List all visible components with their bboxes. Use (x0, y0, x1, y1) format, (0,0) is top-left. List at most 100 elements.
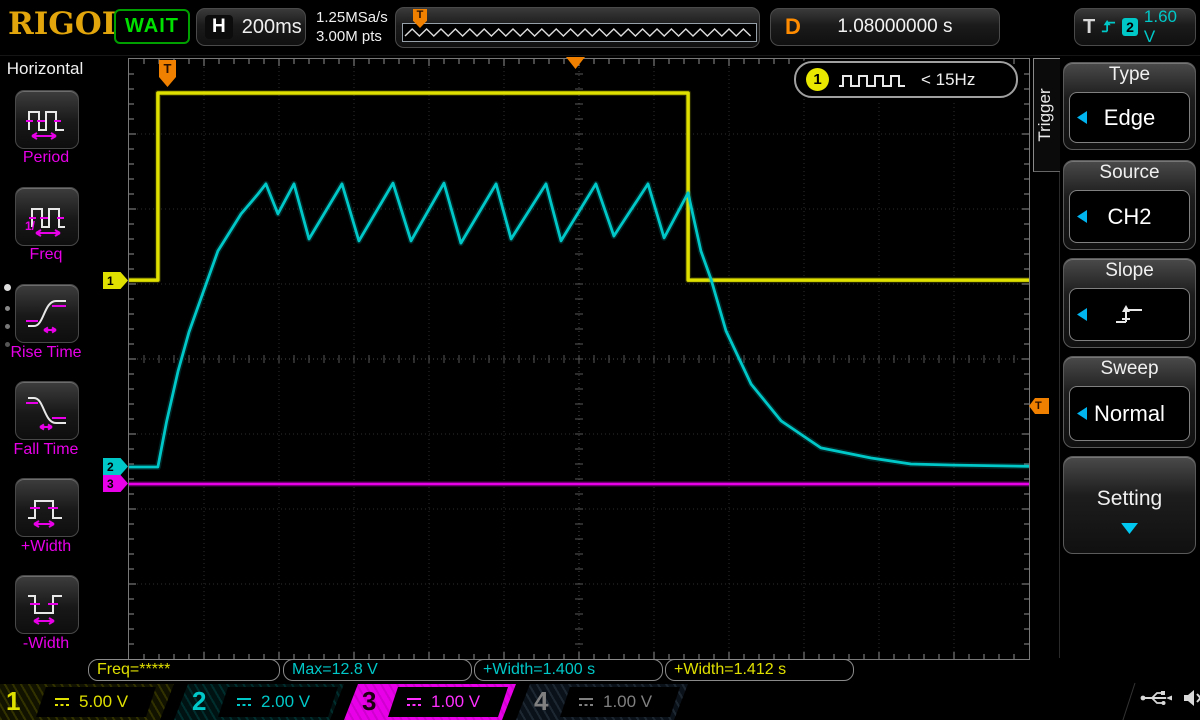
left-arrow-icon (1077, 111, 1087, 124)
fall-time-icon (24, 390, 70, 432)
trigger-type-group[interactable]: Type Edge (1063, 62, 1196, 150)
trigger-sweep-value-box: Normal (1069, 386, 1190, 441)
menu-button-rise-time-label: Rise Time (0, 344, 92, 362)
trigger-level-marker-icon[interactable]: T (1029, 398, 1049, 414)
dc-coupling-icon (406, 696, 422, 708)
channel1-status-block[interactable]: 1 5.00 V (0, 684, 174, 720)
dc-coupling-icon (578, 696, 594, 708)
trigger-setting-label: Setting (1064, 487, 1195, 511)
trigger-menu-tab-label: Trigger (1035, 59, 1059, 171)
menu-page-dot (5, 324, 10, 329)
trigger-slope-group[interactable]: Slope (1063, 258, 1196, 348)
channel3-scale: 1.00 V (431, 692, 480, 712)
usb-icon (1140, 689, 1172, 707)
left-arrow-icon (1077, 308, 1087, 321)
system-status-icons (1140, 688, 1200, 708)
dc-coupling-icon (54, 696, 70, 708)
trigger-type-value: Edge (1104, 105, 1155, 131)
menu-button-freq-label: Freq (0, 246, 92, 264)
square-wave-icon (837, 70, 913, 90)
menu-button-neg-width[interactable] (15, 575, 79, 634)
trigger-source-badge: 2 (1122, 18, 1138, 36)
trigger-source-group[interactable]: Source CH2 (1063, 160, 1196, 250)
channel4-number: 4 (534, 686, 548, 716)
trigger-source-value-box: CH2 (1069, 190, 1190, 243)
trigger-type-header: Type (1064, 63, 1195, 91)
delay-value: 1.08000000 s (801, 16, 999, 38)
period-icon (24, 99, 70, 141)
waveform-overview-strip[interactable]: T (395, 7, 760, 48)
svg-text:1/: 1/ (25, 219, 36, 233)
trigger-label: T (1083, 16, 1095, 39)
badge-frequency-text: < 15Hz (921, 70, 975, 90)
menu-button-pos-width-label: +Width (0, 538, 92, 556)
channel2-number: 2 (192, 686, 206, 716)
down-arrow-icon (1121, 523, 1138, 534)
channel1-position-marker[interactable]: 1 (103, 272, 128, 289)
oscilloscope-screen: RIGOL WAIT H 200ms 1.25MSa/s 3.00M pts T… (0, 0, 1200, 720)
acquisition-readout: 1.25MSa/s 3.00M pts (316, 8, 388, 46)
delay-readout: D 1.08000000 s (770, 8, 1000, 46)
channel3-position-marker[interactable]: 3 (103, 475, 128, 492)
channel4-status-block[interactable]: 4 1.00 V (516, 684, 688, 720)
channel1-scale: 5.00 V (79, 692, 128, 712)
menu-page-dot-active (4, 284, 11, 291)
delay-label: D (785, 14, 801, 40)
left-menu-title: Horizontal (0, 59, 90, 79)
trigger-menu-tab: Trigger (1033, 58, 1060, 172)
trigger-setting-button[interactable]: Setting (1063, 456, 1196, 554)
channel4-scale-box: 1.00 V (560, 687, 680, 717)
menu-button-rise-time[interactable] (15, 284, 79, 343)
overview-trigger-pin-label: T (417, 9, 424, 21)
speaker-muted-icon (1182, 688, 1200, 708)
rising-edge-icon (1113, 303, 1147, 327)
channel2-marker-label: 2 (107, 460, 114, 474)
trigger-slope-header: Slope (1064, 259, 1195, 287)
trigger-frequency-badge: 1 < 15Hz (794, 61, 1018, 98)
trigger-sweep-group[interactable]: Sweep Normal (1063, 356, 1196, 448)
dc-coupling-icon (236, 696, 252, 708)
trigger-readout: T 2 1.60 V (1074, 8, 1196, 46)
trigger-level-value: 1.60 V (1144, 7, 1187, 47)
channel2-scale-box: 2.00 V (218, 687, 338, 717)
freq-icon: 1/ (24, 196, 70, 238)
trigger-slope-value-box (1069, 288, 1190, 341)
overview-window (402, 23, 757, 42)
channel3-number: 3 (362, 686, 376, 716)
brand-logo: RIGOL (8, 6, 124, 42)
menu-button-pos-width[interactable] (15, 478, 79, 537)
channel2-scale: 2.00 V (261, 692, 310, 712)
menu-button-neg-width-label: -Width (0, 635, 92, 653)
run-status-badge: WAIT (114, 9, 190, 44)
top-bar: RIGOL WAIT H 200ms 1.25MSa/s 3.00M pts T… (0, 0, 1200, 56)
sample-rate: 1.25MSa/s (316, 8, 388, 27)
timebase-readout: H 200ms (196, 8, 306, 46)
overview-waveform (403, 24, 754, 39)
rising-edge-icon (1101, 18, 1116, 36)
channel2-position-marker[interactable]: 2 (103, 458, 128, 475)
channel3-marker-label: 3 (107, 477, 114, 491)
channel2-status-block[interactable]: 2 2.00 V (174, 684, 344, 720)
channel3-status-block-selected[interactable]: 3 1.00 V (344, 684, 516, 720)
pos-width-icon (24, 487, 70, 529)
menu-button-period-label: Period (0, 149, 92, 167)
channel1-number: 1 (6, 686, 20, 716)
trigger-source-header: Source (1064, 161, 1195, 189)
trigger-sweep-value: Normal (1094, 401, 1165, 427)
channel1-scale-box: 5.00 V (36, 687, 156, 717)
memory-depth: 3.00M pts (316, 27, 388, 46)
channel3-scale-box: 1.00 V (388, 687, 508, 717)
menu-button-freq[interactable]: 1/ (15, 187, 79, 246)
waveform-traces (129, 59, 1029, 659)
menu-button-period[interactable] (15, 90, 79, 149)
rise-time-icon (24, 293, 70, 335)
trigger-source-value: CH2 (1107, 204, 1151, 230)
trigger-type-value-box: Edge (1069, 92, 1190, 143)
left-arrow-icon (1077, 210, 1087, 223)
menu-button-fall-time[interactable] (15, 381, 79, 440)
trigger-sweep-header: Sweep (1064, 357, 1195, 385)
menu-page-dot (5, 342, 10, 347)
channel4-scale: 1.00 V (603, 692, 652, 712)
badge-channel-number: 1 (806, 68, 829, 91)
channel1-marker-label: 1 (107, 274, 114, 288)
